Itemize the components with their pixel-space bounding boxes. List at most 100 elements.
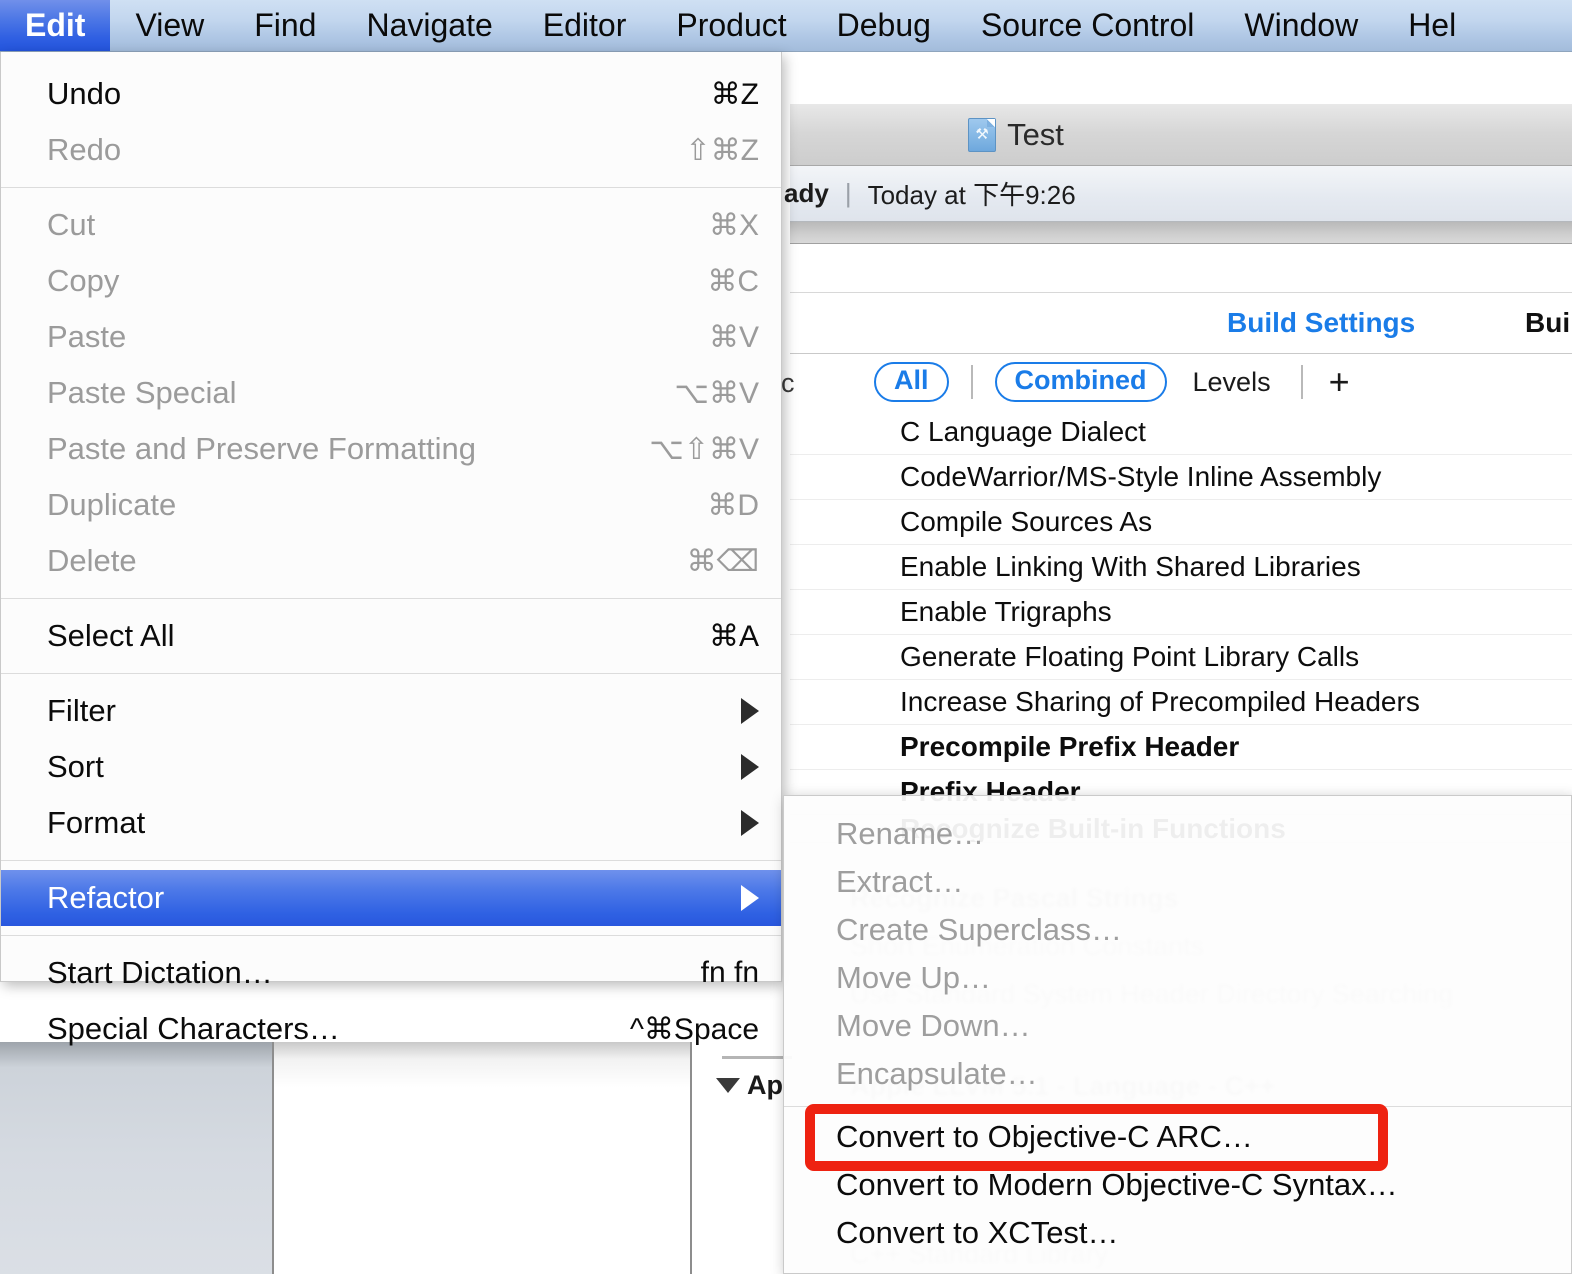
submenu-item-convert-to-objective-c-arc[interactable]: Convert to Objective-C ARC… [784, 1113, 1571, 1161]
menu-bar[interactable]: Edit View Find Navigate Editor Product D… [0, 0, 1572, 52]
menubar-item-editor[interactable]: Editor [518, 0, 652, 51]
menu-item-label: Refactor [47, 880, 165, 915]
menu-item-label: Cut [47, 207, 96, 242]
menu-item-shortcut: ⌘C [707, 264, 759, 298]
menu-item-paste[interactable]: Paste ⌘V [1, 309, 781, 365]
submenu-item-encapsulate[interactable]: Encapsulate… [784, 1050, 1571, 1098]
submenu-item-convert-to-modern-objective-c-syntax[interactable]: Convert to Modern Objective-C Syntax… [784, 1161, 1571, 1209]
submenu-item-rename[interactable]: Rename… [784, 810, 1571, 858]
table-row[interactable]: Enable Trigraphs [790, 590, 1572, 635]
table-row[interactable]: Enable Linking With Shared Libraries [790, 545, 1572, 590]
menu-item-refactor[interactable]: Refactor [1, 870, 781, 926]
chevron-right-icon [741, 698, 759, 724]
menu-item-label: Paste and Preserve Formatting [47, 431, 477, 466]
build-settings-filter-bar: c All Combined Levels + [781, 354, 1572, 410]
status-separator: | [844, 178, 852, 208]
edit-menu-panel[interactable]: Undo ⌘Z Redo ⇧⌘Z Cut ⌘X Copy ⌘C Paste ⌘V… [0, 52, 782, 1046]
menubar-item-window[interactable]: Window [1219, 0, 1383, 51]
menubar-item-product[interactable]: Product [651, 0, 811, 51]
filter-all-button[interactable]: All [874, 361, 949, 403]
navigator-pane[interactable] [0, 1042, 272, 1274]
menu-item-sort[interactable]: Sort [1, 739, 781, 795]
menubar-item-find[interactable]: Find [229, 0, 341, 51]
menu-separator [1, 860, 781, 861]
menu-item-shortcut: ⌘Z [710, 77, 759, 111]
menu-separator [1, 673, 781, 674]
menu-item-shortcut: ⌘⌫ [686, 544, 759, 578]
menu-item-special-characters[interactable]: Special Characters… ^⌘Space [1, 1001, 781, 1057]
table-row[interactable]: Precompile Prefix Header [790, 725, 1572, 770]
menu-item-shortcut: ⌘V [708, 320, 759, 354]
submenu-item-create-superclass[interactable]: Create Superclass… [784, 906, 1571, 954]
menu-item-label: Sort [47, 749, 104, 784]
window-title: Test [1007, 116, 1064, 152]
ghost-filter-text: c [781, 368, 795, 398]
menu-item-shortcut: ⇧⌘Z [685, 133, 759, 167]
tab-build-phases[interactable]: Bui [1525, 307, 1570, 339]
table-row[interactable]: CodeWarrior/MS-Style Inline Assembly [790, 455, 1572, 500]
chevron-down-icon[interactable] [716, 1078, 740, 1093]
menu-item-copy[interactable]: Copy ⌘C [1, 253, 781, 309]
menu-item-shortcut: fn fn [700, 956, 759, 989]
refactor-submenu-panel[interactable]: Rename… Extract… Create Superclass… Move… [783, 795, 1572, 1274]
menu-item-label: Filter [47, 693, 116, 728]
menubar-item-source-control[interactable]: Source Control [956, 0, 1219, 51]
menu-item-label: Delete [47, 543, 137, 578]
filter-divider-1 [970, 365, 973, 399]
settings-group-header[interactable]: Ap [716, 1070, 783, 1101]
menu-item-start-dictation[interactable]: Start Dictation… fn fn [1, 945, 781, 1001]
table-row[interactable]: C Language Dialect [790, 410, 1572, 455]
menu-item-cut[interactable]: Cut ⌘X [1, 197, 781, 253]
menubar-item-edit[interactable]: Edit [0, 0, 111, 51]
menu-item-filter[interactable]: Filter [1, 683, 781, 739]
menu-item-duplicate[interactable]: Duplicate ⌘D [1, 477, 781, 533]
menu-item-delete[interactable]: Delete ⌘⌫ [1, 533, 781, 589]
screen-root: ⚒ Test ady | Today at 下午9:26 Build Setti… [0, 0, 1572, 1274]
menu-item-label: Redo [47, 132, 122, 167]
tab-build-settings[interactable]: Build Settings [1227, 307, 1415, 339]
menu-item-paste-and-preserve-formatting[interactable]: Paste and Preserve Formatting ⌥⇧⌘V [1, 421, 781, 477]
menubar-item-navigate[interactable]: Navigate [341, 0, 517, 51]
activity-status-bar: ady | Today at 下午9:26 [784, 166, 1572, 222]
filter-divider-2 [1300, 365, 1303, 399]
menu-separator [1, 187, 781, 188]
table-row[interactable]: Increase Sharing of Precompiled Headers [790, 680, 1572, 725]
chevron-right-icon [741, 810, 759, 836]
menubar-item-help[interactable]: Hel [1383, 0, 1481, 51]
editor-pane-left[interactable] [272, 1042, 690, 1274]
chevron-right-icon [741, 754, 759, 780]
menubar-item-debug[interactable]: Debug [812, 0, 956, 51]
menu-item-shortcut: ⌘D [707, 488, 759, 522]
menu-item-paste-special[interactable]: Paste Special ⌥⌘V [1, 365, 781, 421]
submenu-item-extract[interactable]: Extract… [784, 858, 1571, 906]
menu-item-shortcut: ⌥⇧⌘V [649, 432, 759, 466]
chevron-right-icon [741, 885, 759, 911]
menu-item-shortcut: ^⌘Space [629, 1012, 759, 1046]
menu-item-label: Undo [47, 76, 122, 111]
editor-tab-row: Build Settings Bui [790, 292, 1572, 354]
menu-item-label: Special Characters… [47, 1011, 340, 1046]
settings-group-label: Ap [747, 1070, 783, 1100]
menu-item-shortcut: ⌘X [708, 208, 759, 242]
table-row[interactable]: Compile Sources As [790, 500, 1572, 545]
filter-levels-button[interactable]: Levels [1193, 367, 1271, 398]
menu-item-label: Duplicate [47, 487, 177, 522]
submenu-item-convert-to-xctest[interactable]: Convert to XCTest… [784, 1209, 1571, 1257]
menu-item-shortcut: ⌘A [708, 619, 759, 653]
menu-separator [1, 598, 781, 599]
menu-separator [1, 935, 781, 936]
menu-item-redo[interactable]: Redo ⇧⌘Z [1, 122, 781, 178]
filter-combined-button[interactable]: Combined [994, 361, 1167, 403]
menubar-item-view[interactable]: View [110, 0, 229, 51]
add-setting-button[interactable]: + [1329, 364, 1350, 400]
menu-item-select-all[interactable]: Select All ⌘A [1, 608, 781, 664]
window-title-group: ⚒ Test [968, 117, 1064, 153]
menu-item-undo[interactable]: Undo ⌘Z [1, 66, 781, 122]
submenu-item-move-down[interactable]: Move Down… [784, 1002, 1571, 1050]
table-row[interactable]: Generate Floating Point Library Calls [790, 635, 1572, 680]
submenu-item-move-up[interactable]: Move Up… [784, 954, 1571, 1002]
status-activity: ady [784, 178, 829, 208]
menu-item-format[interactable]: Format [1, 795, 781, 851]
toolbar-strip [790, 222, 1572, 244]
build-settings-list[interactable]: C Language Dialect CodeWarrior/MS-Style … [790, 410, 1572, 860]
